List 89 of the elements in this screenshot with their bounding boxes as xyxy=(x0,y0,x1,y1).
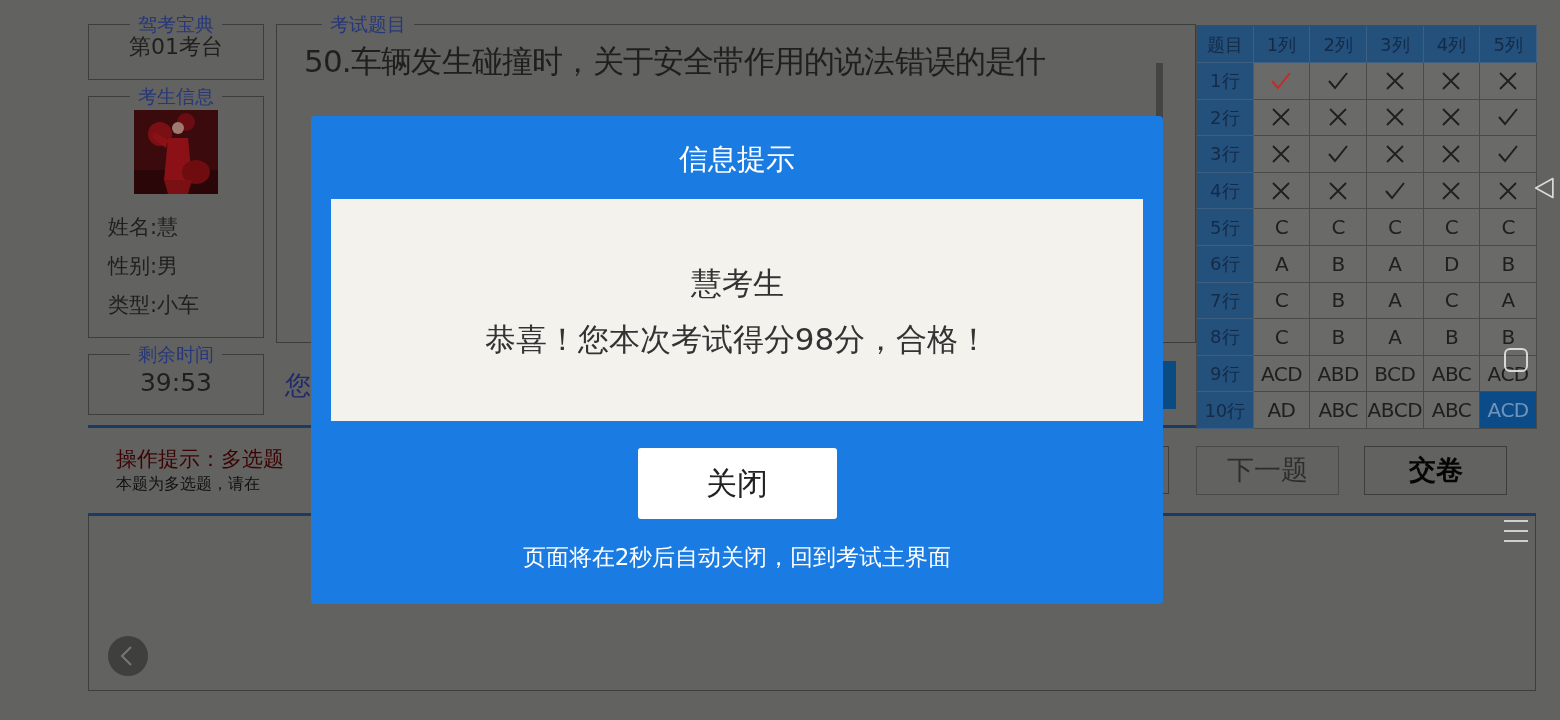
answer-cell[interactable]: ABCD xyxy=(1367,392,1424,429)
cross-icon xyxy=(1329,181,1348,200)
cross-icon xyxy=(1499,71,1518,90)
panel-title: 考生信息 xyxy=(137,86,215,106)
answer-cell[interactable] xyxy=(1423,136,1481,173)
cross-icon xyxy=(1385,108,1404,127)
answer-cell[interactable]: BCD xyxy=(1367,355,1424,393)
answer-cell[interactable] xyxy=(1480,172,1537,210)
answer-cell[interactable]: C xyxy=(1310,209,1367,246)
answer-cell[interactable]: ACD xyxy=(1253,355,1311,393)
check-icon xyxy=(1498,108,1519,127)
result-message: 恭喜！您本次考试得分98分，合格！ xyxy=(484,320,990,358)
answer-cell[interactable] xyxy=(1367,63,1424,100)
time-remaining: 39:53 xyxy=(138,367,213,398)
answer-cell[interactable]: C xyxy=(1253,282,1311,320)
cross-icon xyxy=(1442,71,1461,90)
answer-cell[interactable] xyxy=(1367,99,1424,137)
answer-cell[interactable] xyxy=(1423,63,1481,100)
answer-cell[interactable] xyxy=(1423,172,1481,210)
check-icon xyxy=(1498,145,1519,163)
answer-cell[interactable] xyxy=(1480,99,1537,137)
answer-cell[interactable] xyxy=(1423,99,1481,137)
answer-cell[interactable] xyxy=(1310,99,1367,137)
menu-icon[interactable] xyxy=(1503,518,1529,544)
cross-icon xyxy=(1442,108,1461,127)
answer-cell[interactable]: B xyxy=(1480,245,1537,283)
answer-cell[interactable]: C xyxy=(1253,209,1311,246)
answer-cell[interactable]: C xyxy=(1253,319,1311,356)
panel-title: 考试题目 xyxy=(329,14,407,34)
answer-cell[interactable]: B xyxy=(1423,319,1481,356)
answer-cell[interactable]: B xyxy=(1310,245,1367,283)
cross-icon xyxy=(1385,71,1404,90)
answer-cell[interactable] xyxy=(1480,136,1537,173)
auto-close-notice: 页面将在2秒后自动关闭，回到考试主界面 xyxy=(522,543,952,572)
cross-icon xyxy=(1442,145,1461,163)
answer-cell[interactable]: A xyxy=(1480,282,1537,320)
answer-cell[interactable]: D xyxy=(1423,245,1481,283)
examinee-field: 姓名:慧 xyxy=(108,214,263,241)
answer-cell[interactable] xyxy=(1310,172,1367,210)
answer-cell[interactable]: ABD xyxy=(1310,355,1367,393)
answer-cell[interactable]: ABC xyxy=(1423,355,1481,393)
answer-cell[interactable] xyxy=(1367,172,1424,210)
answer-cell[interactable]: C xyxy=(1480,209,1537,246)
answer-cell[interactable] xyxy=(1310,63,1367,100)
answer-cell[interactable]: C xyxy=(1423,282,1481,320)
cross-icon xyxy=(1272,145,1291,163)
check-icon xyxy=(1328,145,1349,163)
examinee-field: 性别:男 xyxy=(108,253,263,280)
question-text: 50.车辆发生碰撞时，关于安全带作用的说法错误的是什 xyxy=(304,43,1047,79)
check-icon xyxy=(1328,71,1349,90)
answer-cell[interactable]: A xyxy=(1367,319,1424,356)
answer-cell[interactable] xyxy=(1253,99,1311,137)
cross-icon xyxy=(1272,181,1291,200)
answer-cell[interactable]: B xyxy=(1480,319,1537,356)
answer-cell[interactable] xyxy=(1253,172,1311,210)
hint-text: 本题为多选题，请在 xyxy=(116,473,261,496)
answer-cell[interactable]: ACD xyxy=(1480,392,1537,429)
cross-icon xyxy=(1499,181,1518,200)
station-number: 第01考台 xyxy=(128,34,224,60)
check-icon xyxy=(1384,181,1405,200)
answer-cell[interactable]: C xyxy=(1423,209,1481,246)
examinee-name: 慧考生 xyxy=(690,264,784,302)
answer-cell[interactable]: ABC xyxy=(1310,392,1367,429)
answer-cell[interactable] xyxy=(1480,63,1537,100)
answer-cell[interactable]: A xyxy=(1367,245,1424,283)
close-button[interactable]: 关闭 xyxy=(637,448,837,519)
answer-cell[interactable] xyxy=(1253,63,1311,100)
answer-cell[interactable] xyxy=(1367,136,1424,173)
answer-cell[interactable] xyxy=(1310,136,1367,173)
exam-button[interactable]: 交卷 xyxy=(1364,445,1507,495)
answer-cell[interactable]: AD xyxy=(1253,392,1311,429)
answer-cell[interactable]: C xyxy=(1367,209,1424,246)
examinee-field: 类型:小车 xyxy=(108,292,263,319)
hint-title: 操作提示：多选题 xyxy=(116,446,284,474)
answer-cell[interactable]: B xyxy=(1310,319,1367,356)
panel-title: 剩余时间 xyxy=(137,344,215,364)
cross-icon xyxy=(1442,181,1461,200)
cross-icon xyxy=(1329,108,1348,127)
answer-prompt: 您 xyxy=(285,368,311,402)
cross-icon xyxy=(1272,108,1291,127)
cross-icon xyxy=(1385,145,1404,163)
answer-cell[interactable] xyxy=(1253,136,1311,173)
answer-cell[interactable]: A xyxy=(1253,245,1311,283)
answer-cell[interactable]: ABC xyxy=(1423,392,1481,429)
panel-title: 驾考宝典 xyxy=(137,14,215,34)
dialog-title: 信息提示 xyxy=(679,141,795,178)
answer-cell[interactable]: A xyxy=(1367,282,1424,320)
answer-cell[interactable]: ACD xyxy=(1480,355,1537,393)
answer-cell[interactable]: B xyxy=(1310,282,1367,320)
